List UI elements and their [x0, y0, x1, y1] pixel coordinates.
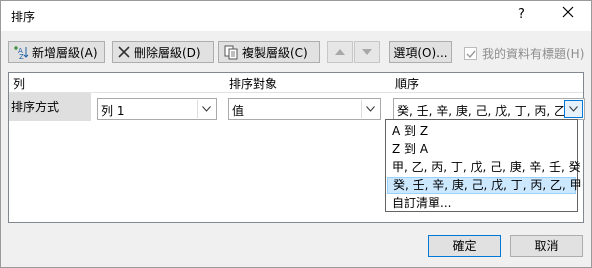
delete-x-icon	[117, 45, 131, 59]
order-dropdown-list: A 到 Z Z 到 A 甲, 乙, 丙, 丁, 戊, 己, 庚, 辛, 壬, 癸…	[385, 119, 582, 212]
arrow-up-icon	[335, 45, 345, 59]
delete-level-label: 刪除層級(D)	[134, 45, 201, 60]
has-headers-option[interactable]: 我的資料有標題(H)	[464, 45, 584, 62]
chevron-down-icon	[197, 100, 215, 118]
column-header: 列	[13, 77, 26, 91]
chevron-down-icon	[361, 100, 379, 118]
add-level-icon: A Z	[13, 44, 29, 60]
order-option-custom-descending[interactable]: 癸, 壬, 辛, 庚, 己, 戊, 丁, 丙, 乙, 甲	[387, 177, 582, 194]
sort-on-select[interactable]: 值	[228, 98, 381, 120]
add-level-button[interactable]: A Z 新增層級(A)	[8, 41, 105, 63]
copy-level-label: 複製層級(C)	[242, 45, 308, 60]
close-icon[interactable]	[561, 5, 575, 22]
order-option-a-to-z[interactable]: A 到 Z	[387, 123, 576, 140]
copy-icon	[223, 44, 239, 60]
has-headers-label: 我的資料有標題(H)	[482, 47, 585, 61]
title-bar: 排序 ?	[1, 1, 591, 31]
arrow-down-icon	[362, 45, 372, 59]
add-level-label: 新增層級(A)	[32, 45, 98, 60]
order-select-value: 癸, 壬, 辛, 庚, 己, 戊, 丁, 丙, 乙, 甲	[397, 104, 564, 118]
column-select[interactable]: 列 1	[97, 98, 217, 120]
order-option-z-to-a[interactable]: Z 到 A	[387, 141, 576, 158]
sort-by-label: 排序方式	[11, 100, 60, 114]
sort-on-header: 排序對象	[229, 77, 278, 91]
order-select[interactable]: 癸, 壬, 辛, 庚, 己, 戊, 丁, 丙, 乙, 甲	[393, 98, 585, 120]
order-option-custom-ascending[interactable]: 甲, 乙, 丙, 丁, 戊, 己, 庚, 辛, 壬, 癸	[387, 159, 581, 176]
sort-on-select-value: 值	[232, 104, 245, 118]
svg-text:Z: Z	[19, 53, 24, 60]
options-button[interactable]: 選項(O)...	[389, 41, 452, 63]
sort-dialog: 排序 ? A Z 新增層級(A) 刪除層級(D) 複製層級(C) 選項(O)..…	[0, 0, 592, 268]
header-divider	[9, 92, 583, 93]
column-select-value: 列 1	[101, 104, 125, 118]
move-down-button[interactable]	[354, 41, 380, 63]
dialog-title: 排序	[11, 10, 36, 24]
ok-button[interactable]: 確定	[428, 235, 501, 257]
move-up-button[interactable]	[327, 41, 353, 63]
order-header: 順序	[395, 77, 420, 91]
has-headers-checkbox[interactable]	[464, 47, 477, 60]
delete-level-button[interactable]: 刪除層級(D)	[112, 41, 214, 63]
options-label: 選項(O)...	[393, 45, 448, 60]
copy-level-button[interactable]: 複製層級(C)	[218, 41, 320, 63]
chevron-down-icon	[564, 100, 583, 118]
cancel-button[interactable]: 取消	[510, 235, 583, 257]
help-button[interactable]: ?	[518, 7, 525, 22]
order-option-custom-list[interactable]: 自訂清單...	[387, 195, 576, 212]
